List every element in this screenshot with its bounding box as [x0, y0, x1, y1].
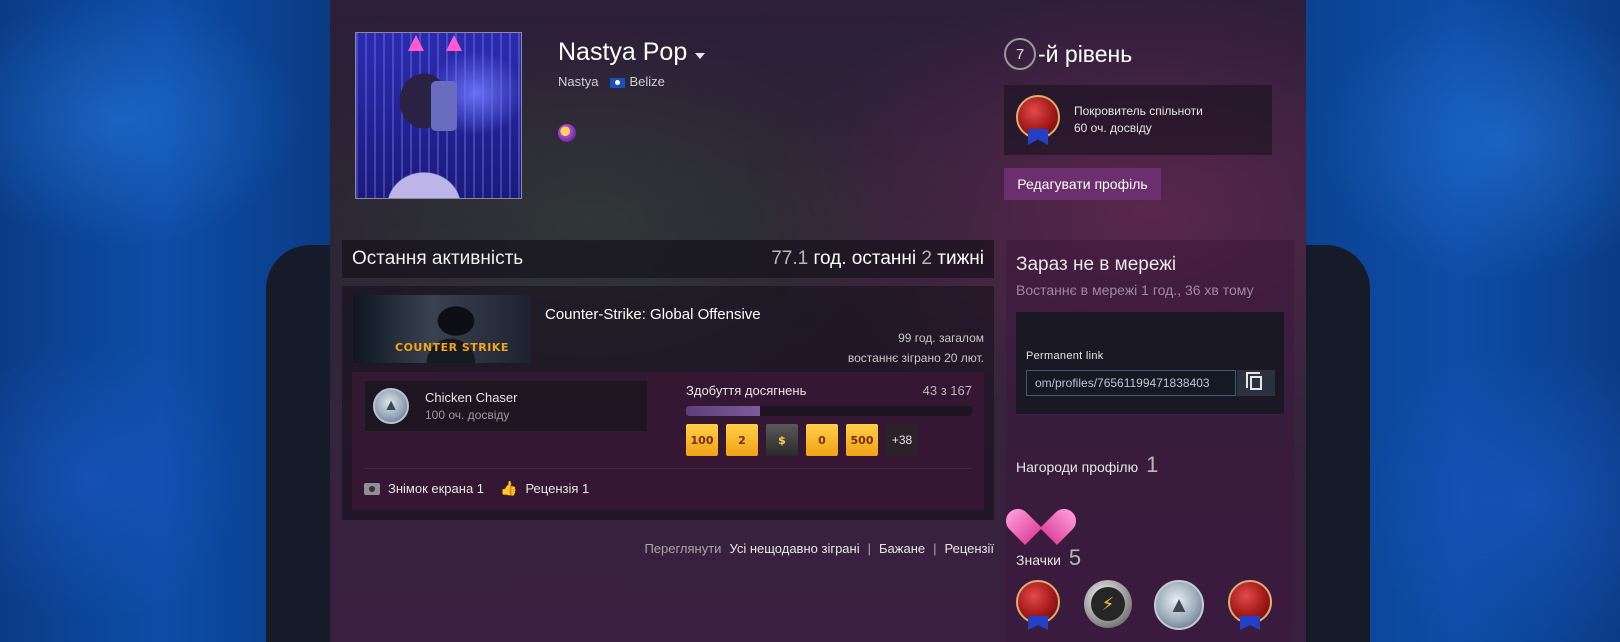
achievement-progress-label: Здобуття досягнень [686, 383, 807, 398]
profile-awards-label: Нагороди профілю [1016, 459, 1139, 475]
avatar-cat-ears [408, 35, 488, 57]
persona-name: Nastya Pop [558, 38, 688, 66]
game-last-played: востаннє зіграно 20 лют. [847, 351, 984, 365]
heart-award-icon[interactable] [1018, 490, 1064, 532]
game-name-link[interactable]: Counter-Strike: Global Offensive [545, 306, 761, 323]
divider [364, 468, 972, 469]
recent-activity-header: Остання активність 77.1 год. останні 2 т… [342, 240, 994, 278]
profile-awards-count: 1 [1146, 452, 1159, 477]
level-badge: 7 [1004, 38, 1036, 70]
edit-profile-button[interactable]: Редагувати профіль [1004, 168, 1161, 200]
achievement-icon-row: 100 2 $ 0 500 +38 [686, 424, 918, 456]
achievement-icon[interactable]: 2 [726, 424, 758, 456]
game-capsule[interactable]: COUNTER STRIKE [353, 295, 531, 363]
hours-value: 77.1 [771, 248, 809, 269]
achievement-progress-bar [686, 406, 972, 416]
recent-activity-title: Остання активність [352, 248, 524, 269]
reviews-link[interactable]: 👍 Рецензія 1 [500, 480, 589, 497]
badges-count: 5 [1068, 545, 1082, 570]
favorite-badge[interactable]: Покровитель спільноти 60 оч. досвіду [1004, 85, 1272, 155]
achievement-icon [373, 388, 409, 424]
thumbs-up-icon: 👍 [500, 480, 518, 496]
copy-link-button[interactable] [1237, 370, 1275, 396]
avatar-phone [431, 81, 457, 131]
profile-level[interactable]: 7 -й рівень [1004, 38, 1132, 70]
game-capsule-logo: COUNTER STRIKE [395, 341, 509, 354]
real-name: Nastya [558, 74, 599, 89]
community-badge-icon [1016, 95, 1060, 145]
avatar-person [374, 61, 474, 198]
screenshots-label: Знімок екрана 1 [388, 481, 485, 496]
game-footer-links: Знімок екрана 1 👍 Рецензія 1 [364, 480, 589, 497]
profile-sidebar: Зараз не в мережі Востаннє в мережі 1 го… [1006, 240, 1294, 642]
copy-icon [1246, 372, 1262, 390]
reviews-label: Рецензія 1 [525, 481, 590, 496]
recent-hours: 77.1 год. останні 2 тижні [771, 248, 984, 270]
profile-subline: Nastya Belize [558, 74, 665, 89]
game-total-hours: 99 год. загалом [898, 331, 984, 345]
achievement-name: Chicken Chaser [425, 390, 518, 405]
achievement-info: Chicken Chaser 100 оч. досвіду [425, 389, 518, 423]
all-recent-games-link[interactable]: Усі нещодавно зіграні [729, 541, 859, 556]
location: Belize [610, 74, 665, 89]
achievement-icon[interactable]: 0 [806, 424, 838, 456]
community-badge-icon[interactable] [1014, 580, 1062, 630]
achievement-icon[interactable]: 500 [846, 424, 878, 456]
screenshots-link[interactable]: Знімок екрана 1 [364, 481, 484, 496]
last-online: Востаннє в мережі 1 год., 36 хв тому [1016, 282, 1254, 298]
recent-game: COUNTER STRIKE Counter-Strike: Global Of… [342, 286, 994, 520]
view-label: Переглянути [644, 541, 722, 556]
persona-name-dropdown[interactable]: Nastya Pop [558, 38, 706, 67]
view-links: Переглянути Усі нещодавно зіграні | Бажа… [644, 541, 994, 556]
lightning-badge-icon[interactable]: ⚡ [1084, 580, 1132, 628]
achievement-progress-count: 43 з 167 [922, 383, 972, 398]
csgo-badge-icon[interactable]: ▲ [1154, 580, 1204, 630]
achievement-xp: 100 оч. досвіду [425, 408, 510, 422]
level-label: -й рівень [1038, 40, 1133, 67]
separator: | [933, 541, 937, 556]
game-achievements-panel: Chicken Chaser 100 оч. досвіду Здобуття … [352, 372, 984, 510]
separator: | [867, 541, 871, 556]
achievement-icon[interactable]: 100 [686, 424, 718, 456]
reviews-page-link[interactable]: Рецензії [945, 541, 995, 556]
latest-achievement[interactable]: Chicken Chaser 100 оч. досвіду [364, 380, 648, 432]
community-badge-icon[interactable] [1226, 580, 1274, 630]
flag-icon [610, 77, 626, 88]
favorite-badge-info: Покровитель спільноти 60 оч. досвіду [1074, 103, 1203, 137]
more-achievements-button[interactable]: +38 [886, 424, 918, 456]
hours-mid: год. останні [808, 248, 922, 269]
weeks-value: 2 [921, 248, 932, 269]
permanent-link-label: Permanent link [1026, 350, 1104, 362]
permanent-link-box: Permanent link om/profiles/7656119947183… [1016, 312, 1284, 414]
badge-list: ⚡ ▲ [1014, 580, 1274, 630]
wishlist-link[interactable]: Бажане [879, 541, 925, 556]
profile-awards-header[interactable]: Нагороди профілю 1 [1016, 452, 1158, 478]
favorite-badge-xp: 60 оч. досвіду [1074, 121, 1152, 135]
permanent-link-field[interactable]: om/profiles/76561199471838403 [1026, 370, 1236, 396]
chevron-down-icon [695, 52, 706, 59]
achievement-progress-fill [686, 406, 760, 416]
badges-label: Значки [1016, 552, 1061, 568]
emoticon-icon [558, 124, 576, 142]
country: Belize [629, 74, 665, 89]
weeks-suffix: тижні [931, 248, 984, 269]
online-status-title: Зараз не в мережі [1016, 254, 1177, 275]
game-stats: 99 год. загалом востаннє зіграно 20 лют. [848, 328, 984, 368]
favorite-badge-name: Покровитель спільноти [1074, 104, 1203, 118]
avatar[interactable] [355, 32, 522, 199]
profile-page: Nastya Pop Nastya Belize 7 -й рівень Пок… [330, 0, 1306, 642]
badges-header[interactable]: Значки 5 [1016, 545, 1081, 571]
achievement-icon[interactable]: $ [766, 424, 798, 456]
camera-icon [364, 482, 380, 495]
